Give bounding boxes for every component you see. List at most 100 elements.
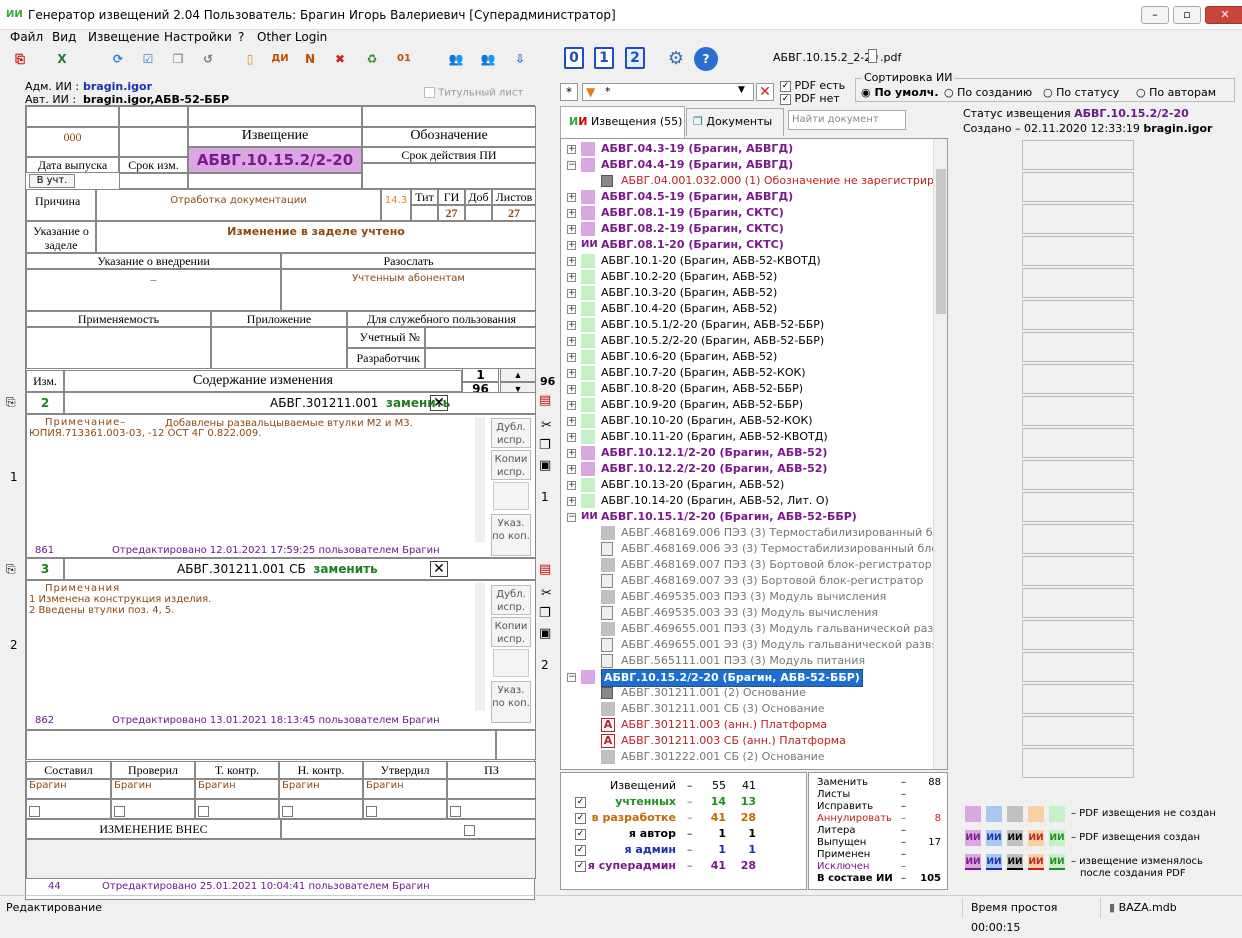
tree-notice-item[interactable]: + АБВГ.10.12.1/2-20 (Брагин, АБВ-52) <box>561 445 933 461</box>
collapse-icon[interactable]: − <box>567 161 576 170</box>
settings-gear-icon[interactable]: ⚙ <box>664 47 688 71</box>
pdf-icon[interactable]: ▤ <box>539 393 551 408</box>
copy-icon[interactable]: ❐ <box>539 438 551 453</box>
tree-document-item[interactable]: АБВГ.301222.001 СБ (2) Основание <box>561 749 933 765</box>
n-doc-icon[interactable]: N <box>298 47 322 71</box>
tree-notice-item[interactable]: + АБВГ.10.7-20 (Брагин, АБВ-52-КОК) <box>561 365 933 381</box>
dup-fix-button[interactable]: Дубл. испр. <box>491 585 531 615</box>
dup-fix-button[interactable]: Дубл. испр. <box>491 418 531 448</box>
tree-notice-item[interactable]: + АБВГ.08.2-19 (Брагин, СКТС) <box>561 221 933 237</box>
tree-document-item[interactable]: АБВГ.468169.006 ПЭ3 (3) Термостабилизиро… <box>561 525 947 541</box>
users-admin-icon[interactable]: 👥 <box>476 47 500 71</box>
tree-notice-item[interactable]: + АБВГ.08.1-19 (Брагин, СКТС) <box>561 205 933 221</box>
code-value[interactable]: 14.3 <box>381 189 411 221</box>
copy-icon[interactable]: ❐ <box>166 47 190 71</box>
stat-checkbox[interactable]: ✓ <box>575 797 586 808</box>
paste-icon[interactable]: ▣ <box>539 626 551 641</box>
title-sheet-checkbox[interactable]: Титульный лист <box>424 87 523 99</box>
menu-file[interactable]: Файл <box>10 30 43 44</box>
scrollbar[interactable] <box>475 417 485 542</box>
copy-doc-icon[interactable]: ⎘ <box>6 395 16 410</box>
acc-no-field[interactable] <box>425 327 536 348</box>
expand-icon[interactable]: + <box>567 401 576 410</box>
scroll-thumb[interactable] <box>936 169 946 314</box>
applic-field[interactable] <box>26 327 211 369</box>
sort-default-radio[interactable]: ◉ По умолч. <box>861 86 939 99</box>
tree-notice-item[interactable]: + АБВГ.10.3-20 (Брагин, АБВ-52) <box>561 285 933 301</box>
copies-fix-button[interactable]: Копии испр. <box>491 450 531 480</box>
expand-icon[interactable]: + <box>567 225 576 234</box>
expand-icon[interactable]: + <box>567 385 576 394</box>
signer-compiled[interactable]: Брагин <box>26 779 111 799</box>
change-content-2[interactable]: Примечания 1 Изменена конструкция издели… <box>26 580 536 730</box>
stat-checkbox[interactable]: ✓ <box>575 861 586 872</box>
check-icon[interactable]: ☑ <box>136 47 160 71</box>
menu-notice[interactable]: Извещение <box>88 30 160 44</box>
notices-tree[interactable]: + АБВГ.04.3-19 (Брагин, АБВГД) − АБВГ.04.4-… <box>560 138 948 770</box>
users-icon[interactable]: 👥 <box>444 47 468 71</box>
expand-icon[interactable]: + <box>567 449 576 458</box>
expand-icon[interactable]: + <box>567 433 576 442</box>
change-number[interactable]: 3 <box>26 558 64 580</box>
tab-documents[interactable]: ❐ Документы <box>686 108 784 136</box>
pdf-icon[interactable]: ▤ <box>539 562 551 577</box>
tree-notice-item[interactable]: + АБВГ.10.1-20 (Брагин, АБВ-52-КВОТД) <box>561 253 933 269</box>
expand-icon[interactable]: + <box>567 337 576 346</box>
ukaz-button[interactable]: Указ. по коп. <box>491 681 531 723</box>
sign-checkbox[interactable] <box>114 805 125 817</box>
tree-document-item[interactable]: АБВГ.469535.003 Э3 (3) Модуль вычисления <box>561 605 933 621</box>
di-doc-icon[interactable]: ДИ <box>268 47 292 71</box>
blank-button[interactable] <box>493 649 529 677</box>
expand-icon[interactable]: + <box>567 241 576 250</box>
pdf-file-input[interactable] <box>868 49 877 63</box>
expand-icon[interactable]: + <box>567 465 576 474</box>
sort-created-radio[interactable]: ○ По созданию <box>944 86 1032 99</box>
expand-icon[interactable]: + <box>567 273 576 282</box>
delete-icon[interactable]: ✖ <box>328 47 352 71</box>
paste-icon[interactable]: ▣ <box>539 458 551 473</box>
impl-value[interactable]: – <box>26 269 281 311</box>
document-search-input[interactable]: Найти документ <box>788 110 906 130</box>
change-action[interactable]: заменить <box>313 562 377 576</box>
backlog-value[interactable]: Изменение в заделе учтено <box>96 221 536 253</box>
delete-change-icon[interactable]: ✕ <box>430 561 448 577</box>
tree-notice-item[interactable]: + АБВГ.04.3-19 (Брагин, АБВГД) <box>561 141 933 157</box>
menu-view[interactable]: Вид <box>52 30 76 44</box>
tree-document-item[interactable]: A АБВГ.301211.003 СБ (анн.) Платформа <box>561 733 933 749</box>
sign-checkbox[interactable] <box>29 805 40 817</box>
tree-document-item[interactable]: АБВГ.468169.006 Э3 (3) Термостабилизиров… <box>561 541 945 557</box>
expand-icon[interactable]: + <box>567 417 576 426</box>
page-up-button[interactable]: ▲ <box>500 368 536 382</box>
change-doc[interactable]: АБВГ.301211.001 <box>270 396 378 410</box>
collapse-icon[interactable]: − <box>567 513 576 522</box>
menu-help[interactable]: ? <box>238 30 244 44</box>
copy-icon[interactable]: ❐ <box>539 606 551 621</box>
tree-document-item[interactable]: АБВГ.04.001.032.000 (1) Обозначение не з… <box>561 173 947 189</box>
scissors-icon[interactable]: ✂ <box>541 418 552 433</box>
sign-checkbox[interactable] <box>282 805 293 817</box>
change-vnes-checkbox[interactable] <box>464 824 475 836</box>
tree-document-item[interactable]: АБВГ.469655.001 ПЭ3 (3) Модуль гальванич… <box>561 621 947 637</box>
scrollbar[interactable] <box>475 583 485 711</box>
notice-number[interactable]: АБВГ.10.15.2/2-20 <box>188 147 362 173</box>
menu-settings[interactable]: Настройки <box>164 30 232 44</box>
tree-notice-item[interactable]: + АБВГ.10.6-20 (Брагин, АБВ-52) <box>561 349 933 365</box>
delete-change-icon[interactable]: ✕ <box>430 395 448 411</box>
expand-icon[interactable]: + <box>567 193 576 202</box>
chevron-down-icon[interactable]: ▼ <box>738 85 745 95</box>
sign-checkbox[interactable] <box>366 805 377 817</box>
tree-notice-item[interactable]: + АБВГ.10.12.2/2-20 (Брагин, АБВ-52) <box>561 461 933 477</box>
tree-notice-item[interactable]: + АБВГ.10.11-20 (Брагин, АБВ-52-КВОТД) <box>561 429 933 445</box>
stat-checkbox[interactable]: ✓ <box>575 813 586 824</box>
tree-notice-item[interactable]: + АБВГ.10.5.1/2-20 (Брагин, АБВ-52-ББР) <box>561 317 933 333</box>
change-content-1[interactable]: Примечание– Добавлены развальцываемые вт… <box>26 414 536 558</box>
tree-notice-item[interactable]: + АБВГ.10.8-20 (Брагин, АБВ-52-ББР) <box>561 381 933 397</box>
signer-tcontrol[interactable]: Брагин <box>195 779 279 799</box>
stat-checkbox[interactable]: ✓ <box>575 829 586 840</box>
tree-notice-item[interactable]: − АБВГ.04.4-19 (Брагин, АБВГД) <box>561 157 933 173</box>
tree-document-item[interactable]: АБВГ.469535.003 ПЭ3 (3) Модуль вычислени… <box>561 589 933 605</box>
collapse-icon[interactable]: − <box>567 673 576 682</box>
menu-other-login[interactable]: Other Login <box>257 30 327 44</box>
minimize-button[interactable]: – <box>1141 6 1169 24</box>
expand-icon[interactable]: + <box>567 209 576 218</box>
